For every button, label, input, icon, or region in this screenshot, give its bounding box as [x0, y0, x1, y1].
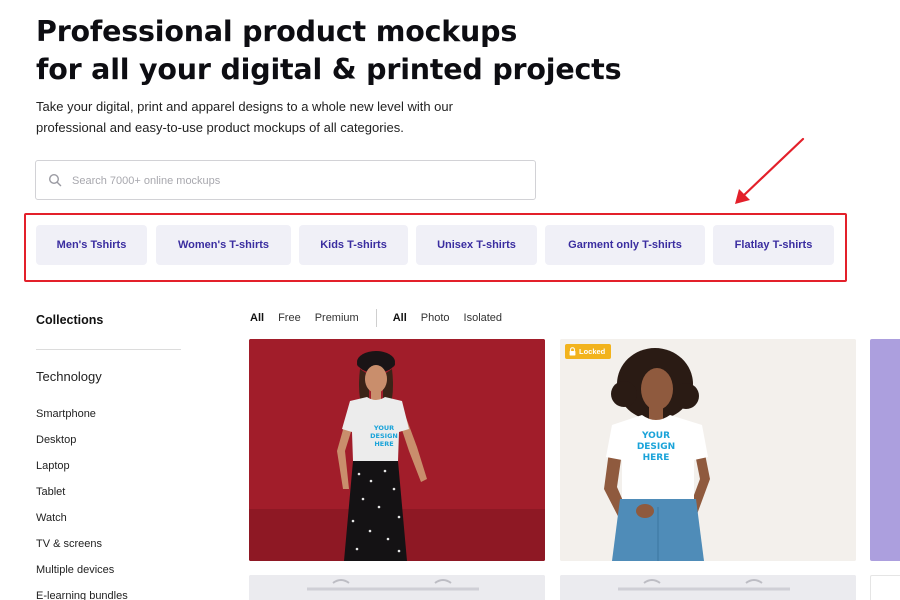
lock-icon	[569, 347, 576, 356]
mockup-card[interactable]: YOUR DESIGN HERE	[249, 339, 545, 561]
search-input[interactable]	[72, 170, 512, 192]
sidebar-divider	[36, 349, 181, 350]
sidebar-item-tv-screens[interactable]: TV & screens	[36, 532, 216, 558]
sidebar-item-e-learning-bundles[interactable]: E-learning bundles	[36, 584, 216, 600]
category-kids-tshirts[interactable]: Kids T-shirts	[299, 225, 408, 265]
mockup-card[interactable]	[560, 575, 856, 600]
filter-pricing-premium[interactable]: Premium	[315, 312, 359, 324]
category-mens-tshirts[interactable]: Men's Tshirts	[36, 225, 147, 265]
page-title: Professional product mockups for all you…	[36, 13, 736, 89]
shirt-print-line-2: DESIGN	[370, 432, 398, 440]
locked-badge: Locked	[565, 344, 612, 359]
shirt-print-line-3: HERE	[643, 453, 670, 463]
filter-divider	[375, 309, 377, 327]
mockup-image: YOUR DESIGN HERE	[249, 339, 545, 561]
sidebar-item-watch[interactable]: Watch	[36, 506, 216, 532]
mockup-card[interactable]	[249, 575, 545, 600]
arrow-icon	[735, 137, 805, 204]
category-unisex-tshirts[interactable]: Unisex T-shirts	[416, 225, 537, 265]
filter-type-photo[interactable]: Photo	[421, 312, 450, 324]
sidebar-heading: Collections	[36, 313, 104, 327]
page-subtitle-line-1: Take your digital, print and apparel des…	[36, 99, 453, 114]
category-flatlay-tshirts[interactable]: Flatlay T-shirts	[713, 225, 834, 265]
filter-type-isolated[interactable]: Isolated	[464, 312, 503, 324]
sidebar-item-laptop[interactable]: Laptop	[36, 454, 216, 480]
locked-badge-label: Locked	[579, 347, 606, 356]
sidebar-category-technology[interactable]: Technology	[36, 369, 102, 384]
sidebar-list: Smartphone Desktop Laptop Tablet Watch T…	[36, 402, 216, 600]
mockup-image: YOUR DESIGN HERE	[560, 339, 856, 561]
filter-type-all[interactable]: All	[393, 312, 407, 324]
filter-bar: All Free Premium All Photo Isolated	[250, 309, 516, 327]
page-title-line-1: Professional product mockups	[36, 15, 518, 48]
sidebar-item-smartphone[interactable]: Smartphone	[36, 402, 216, 428]
page-title-line-2: for all your digital & printed projects	[36, 53, 622, 86]
sidebar-item-multiple-devices[interactable]: Multiple devices	[36, 558, 216, 584]
filter-pricing-free[interactable]: Free	[278, 312, 301, 324]
category-garment-only-tshirts[interactable]: Garment only T-shirts	[545, 225, 705, 265]
sidebar-item-tablet[interactable]: Tablet	[36, 480, 216, 506]
filter-pricing-all[interactable]: All	[250, 312, 264, 324]
shirt-print-line-1: YOUR	[641, 431, 670, 441]
shirt-print-line-2: DESIGN	[637, 442, 675, 452]
mockup-card[interactable]: YOUR DESIGN HERE	[560, 339, 856, 561]
mockup-card[interactable]	[870, 339, 900, 561]
search-icon	[48, 173, 62, 187]
mockup-card[interactable]	[870, 575, 900, 600]
page-subtitle: Take your digital, print and apparel des…	[36, 96, 516, 138]
mockup-image	[249, 575, 545, 600]
shirt-print-line-3: HERE	[374, 440, 393, 448]
sidebar-item-desktop[interactable]: Desktop	[36, 428, 216, 454]
mockup-image	[560, 575, 856, 600]
shirt-print-line-1: YOUR	[373, 424, 394, 432]
search-bar[interactable]	[35, 160, 536, 200]
category-womens-tshirts[interactable]: Women's T-shirts	[156, 225, 291, 265]
page-subtitle-line-2: professional and easy-to-use product moc…	[36, 120, 404, 135]
